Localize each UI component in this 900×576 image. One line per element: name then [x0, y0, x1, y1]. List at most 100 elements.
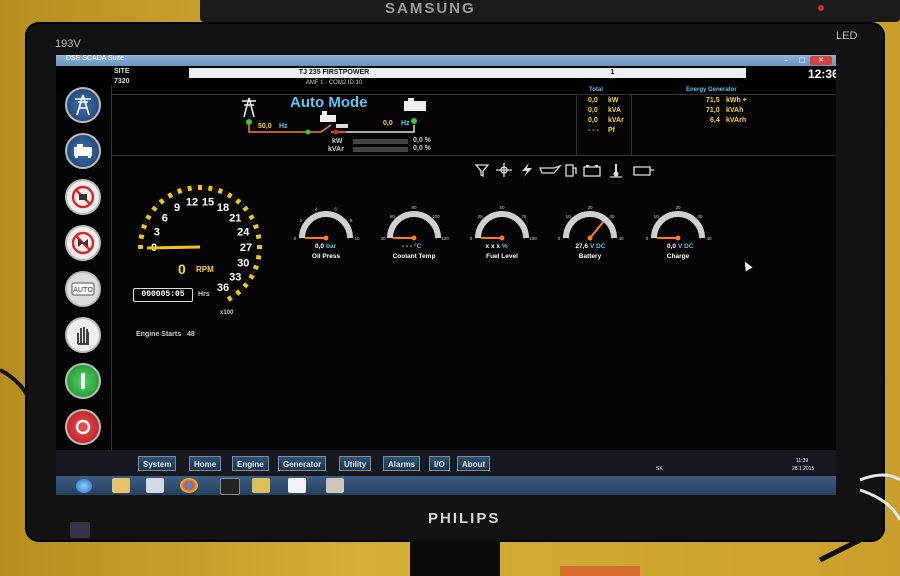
- gauge-value: x x x: [486, 243, 501, 250]
- gauge-value: 27,6: [575, 243, 588, 250]
- gauge-hub: [411, 235, 417, 241]
- mouse-cursor: [741, 259, 753, 272]
- tach-scale-segment: [138, 234, 145, 240]
- page-number: 1: [610, 69, 615, 76]
- kvar-bar: [353, 147, 408, 152]
- kvar-percent: 0,0 %: [413, 145, 431, 152]
- tach-scale-segment: [242, 282, 249, 289]
- maximize-button[interactable]: □: [794, 56, 810, 65]
- gauge-value: 0,0: [667, 243, 676, 250]
- gauge-hub: [675, 235, 681, 241]
- gauge-label: Coolant Temp: [393, 253, 436, 260]
- no-manual-icon: [71, 231, 95, 255]
- tach-tick-label: 24: [237, 226, 250, 238]
- status-icon-row: [474, 163, 654, 178]
- sidebar-manual-off-button[interactable]: [65, 225, 101, 261]
- tach-tick-label: 15: [202, 197, 214, 209]
- window-titlebar: DSE SCADA Suite – □ ✕: [56, 55, 836, 66]
- gauge-arc: [475, 211, 529, 239]
- gen-icon: [404, 98, 426, 111]
- gauge-fuel-level: 0 25 50 75 100 x x x % Fuel Level: [470, 205, 538, 260]
- tach-scale-segment: [148, 209, 155, 216]
- gauge-tick-label: 75: [521, 214, 527, 219]
- total-pf-unit: Pf: [608, 127, 615, 134]
- gen-led: [411, 118, 417, 124]
- mains-hz-unit: Hz: [279, 123, 288, 130]
- header-divider: [112, 94, 836, 95]
- tach-tick-label: 3: [154, 226, 160, 238]
- tach-scale-segment: [248, 214, 255, 221]
- engine-hours: 000005:05: [133, 288, 193, 302]
- connection-line: AMF 1 - COM2 ID:10: [305, 80, 363, 86]
- generator-icon: [74, 144, 92, 158]
- gauge-label: Fuel Level: [486, 253, 518, 260]
- mains-led: [246, 119, 252, 125]
- close-button[interactable]: ✕: [810, 56, 832, 65]
- energy-kvah-unit: kVAh: [726, 107, 744, 114]
- tach-tick-label: 33: [229, 272, 241, 284]
- energy-kwh-unit: kWh +: [726, 97, 747, 104]
- tach-scale-segment: [238, 285, 246, 293]
- energy-title: Energy Generator: [686, 87, 737, 93]
- filter-icon: [474, 164, 490, 178]
- mimic-divider: [112, 155, 836, 156]
- tach-needle: [146, 245, 201, 250]
- minimize-button[interactable]: –: [778, 56, 794, 65]
- gauge-tick-label: 30: [609, 214, 615, 219]
- top-brand-label: SAMSUNG: [385, 0, 476, 17]
- tach-scale-segment: [207, 185, 213, 192]
- tach-scale-segment: [162, 195, 169, 202]
- tach-scale-segment: [154, 201, 162, 209]
- background-monitor: [200, 0, 900, 22]
- gauge-tick-label: 0: [646, 236, 649, 241]
- gauge-tick-label: 25: [478, 214, 484, 219]
- kw-bar: [353, 139, 408, 144]
- tower-icon: [75, 94, 91, 116]
- gauge-tick-label: 4: [315, 207, 318, 212]
- tach-scale-segment: [254, 259, 261, 265]
- mains-hz-value: 50,0: [258, 123, 272, 130]
- total-kw-value: 0,0: [588, 97, 598, 104]
- lightning-icon: [522, 163, 532, 177]
- kvar-label: kVAr: [328, 146, 344, 153]
- gauge-unit: %: [502, 243, 508, 250]
- tach-scale-segment: [250, 218, 258, 225]
- tach-scale-segment: [151, 205, 158, 212]
- led-label: LED: [836, 30, 858, 42]
- gauge-arc: [299, 211, 353, 239]
- tach-scale-segment: [226, 295, 233, 302]
- gauge-tick-label: 0: [470, 236, 473, 241]
- cables: [0, 368, 900, 576]
- sidebar-generator-button[interactable]: [65, 133, 101, 169]
- gauge-row: 024 68100,0 barOil Press406080100120- - - °…: [294, 205, 712, 260]
- thermometer-icon: [610, 164, 622, 178]
- gauge-arc: [563, 211, 617, 239]
- kw-percent: 0,0 %: [413, 137, 431, 144]
- mains-tower-icon: [242, 97, 256, 118]
- energy-kvah-value: 71,0: [706, 107, 720, 114]
- gauge-charge: 0 10 20 30 40 0,0 V DC Charge: [646, 205, 712, 260]
- gen-hz-value: 0,0: [383, 120, 393, 127]
- clock: 12:36: [808, 67, 836, 81]
- site-label: SITE: [114, 68, 130, 75]
- load-switch: [336, 124, 348, 128]
- energy-divider: [631, 94, 632, 155]
- gauge-tick-label: 50: [499, 205, 505, 210]
- sidebar-auto-button[interactable]: AUTO: [65, 271, 101, 307]
- energy-kvarh-value: 6,4: [710, 117, 720, 124]
- svg-text:AUTO: AUTO: [73, 286, 93, 294]
- gauge-tick-label: 10: [654, 214, 660, 219]
- window-title: DSE SCADA Suite: [66, 55, 124, 62]
- monitor-model-label: 193V: [55, 38, 81, 50]
- gauge-tick-label: 2: [300, 218, 303, 223]
- sidebar-auto-off-button[interactable]: [65, 179, 101, 215]
- gauge-label: Battery: [579, 253, 602, 260]
- tach-scale-segment: [141, 223, 148, 230]
- tach-tick-label: 12: [186, 197, 198, 209]
- site-name: TJ 235 FIRSTPOWER: [298, 69, 370, 76]
- tach-scale-segment: [171, 189, 178, 197]
- total-kvar-value: 0,0: [588, 117, 598, 124]
- sidebar-mains-button[interactable]: [65, 87, 101, 123]
- auto-button-icon: AUTO: [71, 282, 95, 296]
- gauge-arc: [387, 211, 441, 239]
